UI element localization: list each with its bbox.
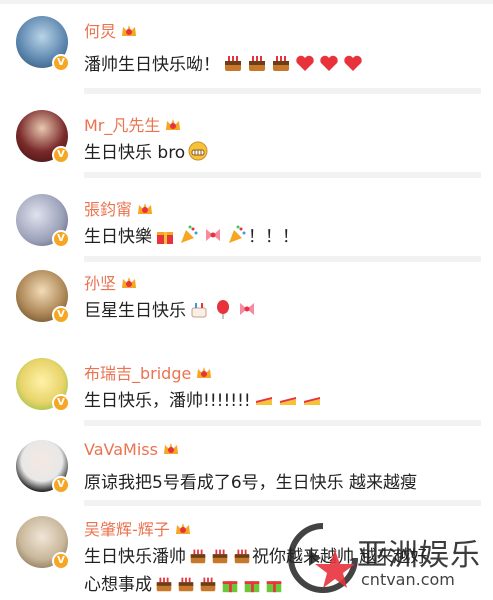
- heart-icon: [342, 52, 364, 79]
- ribbon-icon: [236, 298, 258, 325]
- site-watermark: 亚洲娱乐 cntvan.com: [285, 520, 485, 596]
- comment-item: V Mr_凡先生 生日快乐 bro: [0, 96, 493, 180]
- verified-badge-icon: V: [52, 552, 70, 570]
- crown-icon: [122, 277, 137, 288]
- crown-icon: [138, 203, 153, 214]
- gift-icon: [264, 574, 284, 599]
- comment-item: V VaVaMiss 原谅我把5号看成了6号，生日快乐 越来越瘦: [0, 428, 493, 508]
- divider: [84, 500, 481, 506]
- commenter-name[interactable]: 吴肇辉-辉子: [84, 516, 192, 540]
- commenter-name[interactable]: 何炅: [84, 18, 138, 42]
- cake-icon: [154, 574, 174, 599]
- comment-text: 原谅我把5号看成了6号，生日快乐 越来越瘦: [84, 473, 418, 493]
- cake-icon: [188, 546, 208, 571]
- divider: [84, 88, 481, 94]
- commenter-name[interactable]: 布瑞吉_bridge: [84, 360, 213, 384]
- divider: [84, 420, 481, 426]
- cake-icon: [188, 298, 210, 325]
- crown-icon: [197, 367, 212, 378]
- cake-icon: [232, 546, 252, 571]
- watermark-url: cntvan.com: [361, 570, 455, 589]
- cake-slice-icon: [277, 388, 299, 415]
- comment-text: 潘帅生日快乐呦！: [84, 50, 364, 79]
- cake-icon: [246, 52, 268, 79]
- commenter-name[interactable]: VaVaMiss: [84, 440, 180, 459]
- comment-item: V 孙坚 巨星生日快乐: [0, 258, 493, 340]
- party-popper-icon: [178, 224, 200, 251]
- comment-text: 生日快樂！！！: [84, 222, 299, 251]
- balloon-icon: [212, 298, 234, 325]
- verified-badge-icon: V: [52, 306, 70, 324]
- grin-icon: [187, 140, 209, 167]
- commenter-name[interactable]: Mr_凡先生: [84, 112, 182, 136]
- ribbon-icon: [202, 224, 224, 251]
- comment-text: 生日快乐，潘帅!!!!!!!: [84, 386, 323, 415]
- comment-text: 生日快乐 bro: [84, 138, 209, 167]
- party-popper-icon: [226, 224, 248, 251]
- gift-icon: [220, 574, 240, 599]
- cake-icon: [198, 574, 218, 599]
- divider: [84, 172, 481, 178]
- verified-badge-icon: V: [52, 476, 70, 494]
- comment-item: V 何炅 潘帅生日快乐呦！: [0, 0, 493, 96]
- cake-icon: [210, 546, 230, 571]
- verified-badge-icon: V: [52, 54, 70, 72]
- gift-icon: [242, 574, 262, 599]
- comment-text-line2: 心想事成: [84, 570, 284, 599]
- heart-icon: [294, 52, 316, 79]
- crown-icon: [163, 443, 178, 454]
- commenter-name[interactable]: 張鈞甯: [84, 196, 154, 220]
- crown-icon: [122, 25, 137, 36]
- watermark-title: 亚洲娱乐: [357, 538, 481, 573]
- verified-badge-icon: V: [52, 146, 70, 164]
- verified-badge-icon: V: [52, 230, 70, 248]
- cake-icon: [270, 52, 292, 79]
- cake-slice-icon: [253, 388, 275, 415]
- commenter-name[interactable]: 孙坚: [84, 270, 138, 294]
- comment-item: V 布瑞吉_bridge 生日快乐，潘帅!!!!!!!: [0, 340, 493, 428]
- crown-icon: [175, 523, 190, 534]
- cake-icon: [176, 574, 196, 599]
- comment-text: 巨星生日快乐: [84, 296, 258, 325]
- cake-icon: [222, 52, 244, 79]
- comment-item: V 張鈞甯 生日快樂！！！: [0, 180, 493, 262]
- gift-icon: [154, 224, 176, 251]
- watermark-logo-icon: [288, 523, 358, 593]
- cake-slice-icon: [301, 388, 323, 415]
- crown-icon: [166, 119, 181, 130]
- heart-icon: [318, 52, 340, 79]
- verified-badge-icon: V: [52, 394, 70, 412]
